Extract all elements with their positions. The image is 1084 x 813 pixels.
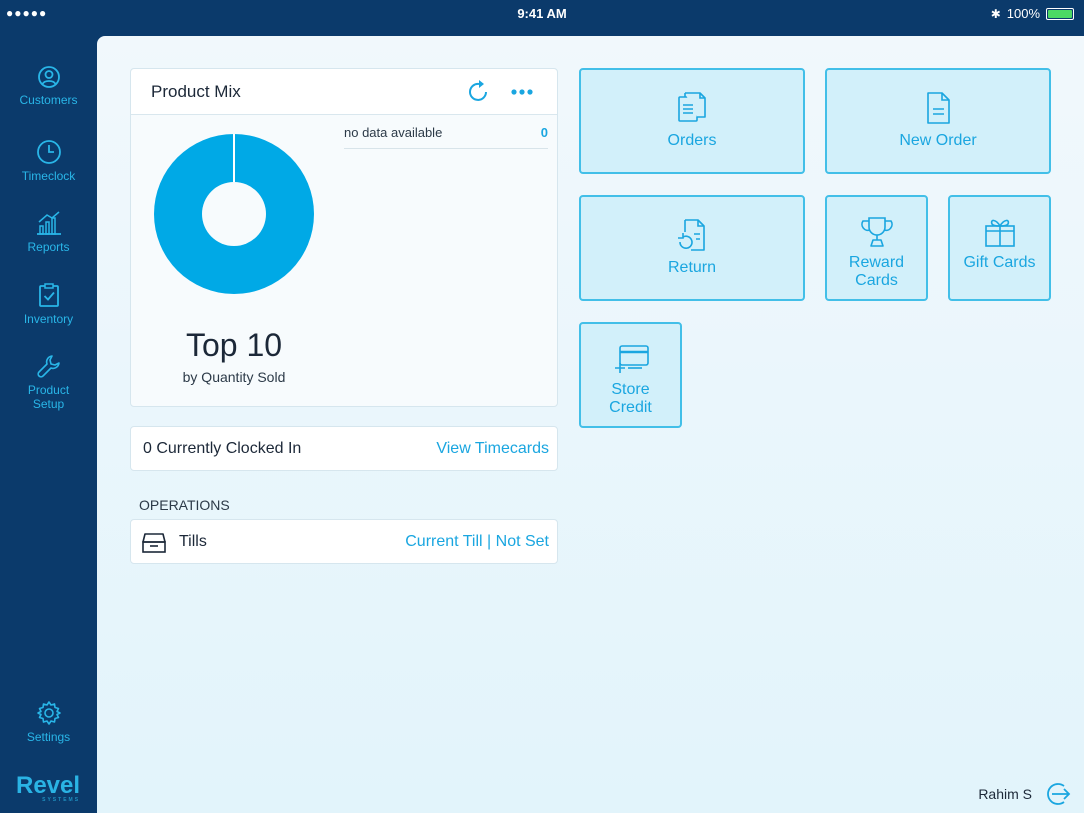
orders-button[interactable]: Orders <box>579 68 805 174</box>
gift-cards-button[interactable]: Gift Cards <box>948 195 1051 301</box>
new-order-button[interactable]: New Order <box>825 68 1051 174</box>
no-data-row: no data available 0 <box>344 125 548 149</box>
sidebar-item-product-setup[interactable]: Product Setup <box>0 353 97 411</box>
donut-hole <box>202 182 266 246</box>
store-credit-icon <box>614 345 649 373</box>
sidebar-item-timeclock[interactable]: Timeclock <box>0 139 97 183</box>
sidebar-item-label: Customers <box>19 93 78 107</box>
user-name: Rahim S <box>978 786 1032 802</box>
current-till-link[interactable]: Current Till | Not Set <box>405 533 549 551</box>
no-data-value: 0 <box>540 125 548 140</box>
gear-icon <box>36 701 61 725</box>
product-mix-title: Product Mix <box>151 82 241 101</box>
wrench-icon <box>36 355 60 378</box>
sidebar-item-customers[interactable]: Customers <box>0 65 97 107</box>
return-button[interactable]: Return <box>579 195 805 301</box>
return-icon <box>678 219 705 251</box>
revel-logo: Revel SYSTEMS <box>16 772 80 803</box>
clocked-in-card: 0 Currently Clocked In View Timecards <box>130 426 558 471</box>
reward-cards-button[interactable]: Reward Cards <box>825 195 928 301</box>
top-ten-subheading: by Quantity Sold <box>182 369 286 385</box>
clock-time: 9:41 AM <box>517 6 567 21</box>
gift-cards-label: Gift Cards <box>963 254 1036 271</box>
store-credit-label-line1: Store <box>611 381 650 398</box>
view-timecards-link[interactable]: View Timecards <box>436 440 549 458</box>
inventory-icon <box>38 283 59 307</box>
reward-cards-label-line1: Reward <box>848 254 905 271</box>
sidebar-item-label: Setup <box>32 397 65 411</box>
sidebar-item-label: Inventory <box>23 312 74 326</box>
clocked-in-count: 0 Currently Clocked In <box>143 440 302 457</box>
return-label: Return <box>667 259 717 276</box>
orders-label: Orders <box>667 132 717 149</box>
sidebar-item-label: Product <box>27 383 70 397</box>
battery-icon <box>1046 7 1074 20</box>
product-mix-card: Product Mix no data available 0 Top 10 b… <box>130 68 558 407</box>
tills-label: Tills <box>179 533 207 550</box>
clock-icon <box>36 140 61 164</box>
new-order-label: New Order <box>899 132 977 149</box>
customers-icon <box>37 66 60 88</box>
more-options-icon[interactable] <box>509 79 535 105</box>
gift-icon <box>984 219 1015 247</box>
tills-row[interactable]: Tills Current Till | Not Set <box>130 519 558 564</box>
logout-icon[interactable] <box>1044 781 1072 807</box>
operations-section-label: OPERATIONS <box>139 497 230 513</box>
sidebar-item-settings[interactable]: Settings <box>0 700 97 744</box>
bluetooth-icon: ✱ <box>990 6 1001 21</box>
refresh-icon[interactable] <box>467 79 491 105</box>
sidebar: Customers Timeclock Reports Inventory Pr… <box>0 28 97 813</box>
top-ten-heading: Top 10 <box>185 327 283 363</box>
sidebar-item-reports[interactable]: Reports <box>0 210 97 254</box>
reward-cards-label-line2: Cards <box>855 272 898 289</box>
sidebar-item-label: Settings <box>26 730 71 744</box>
no-data-label: no data available <box>344 125 443 140</box>
logo-text: Revel <box>16 772 81 799</box>
battery-percent: 100% <box>1006 6 1040 21</box>
sidebar-item-inventory[interactable]: Inventory <box>0 282 97 326</box>
status-bar: ●●●●● 9:41 AM ✱ 100% <box>0 0 1084 28</box>
reports-icon <box>36 211 61 235</box>
store-credit-button[interactable]: Store Credit <box>579 322 682 428</box>
till-drawer-icon <box>142 533 166 553</box>
sidebar-item-label: Timeclock <box>21 169 76 183</box>
product-mix-header: Product Mix <box>131 69 557 115</box>
trophy-icon <box>860 217 893 247</box>
orders-icon <box>678 92 706 122</box>
new-order-icon <box>927 92 950 124</box>
sidebar-item-label: Reports <box>27 240 70 254</box>
store-credit-label-line2: Credit <box>609 399 652 416</box>
main-panel: Product Mix no data available 0 Top 10 b… <box>97 36 1084 813</box>
battery-fill <box>1048 9 1072 18</box>
product-mix-donut-chart <box>154 134 314 294</box>
